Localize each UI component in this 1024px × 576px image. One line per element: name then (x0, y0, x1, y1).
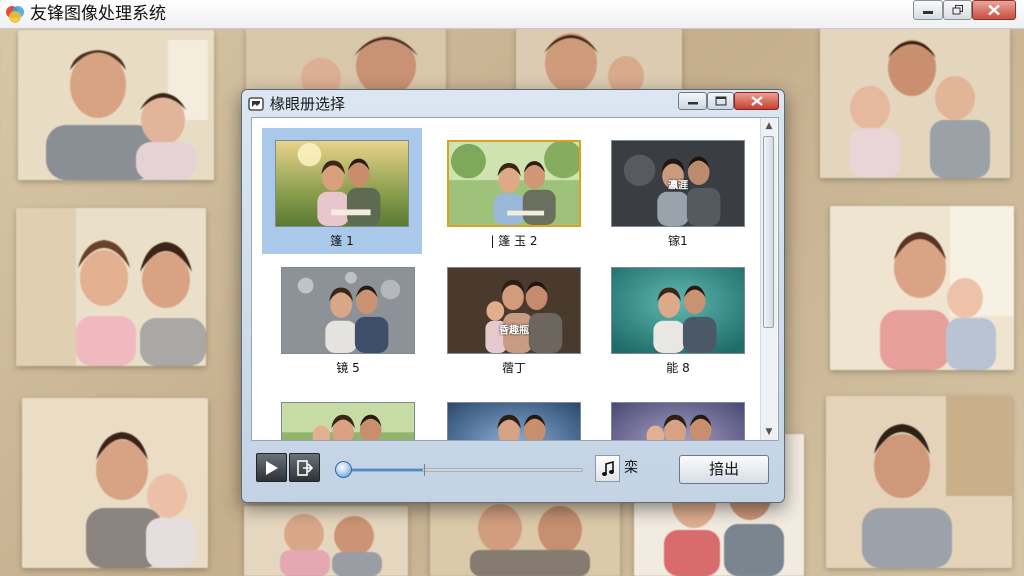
album-icon (248, 97, 264, 111)
app-logo-icon (6, 6, 24, 23)
thumbnail-overlay-label: 昏趣瓶 (499, 325, 529, 337)
wall-photo (830, 206, 1014, 370)
frame-export-button[interactable] (289, 453, 320, 482)
dialog-close-button[interactable] (734, 92, 779, 110)
vertical-scrollbar[interactable]: ▲ ▼ (760, 118, 777, 440)
music-note-icon (601, 460, 614, 476)
restore-icon (952, 5, 963, 15)
close-icon (750, 96, 763, 106)
app-title: 友锋图像处理系统 (30, 4, 166, 24)
thumbnail-caption: 能 8 (666, 361, 690, 375)
thumbnail-caption: | 篷 玉 2 (490, 234, 538, 248)
thumbnail-image: 瀛涯 (611, 140, 745, 227)
close-icon (988, 4, 1000, 16)
thumbnail-image: 昏趣瓶 (447, 267, 581, 354)
wall-photo (430, 498, 620, 576)
slider-tick-mark (424, 464, 425, 476)
minimize-button[interactable] (913, 0, 943, 20)
thumbnail-image (281, 267, 415, 354)
thumbnail-item[interactable] (598, 390, 758, 440)
main-titlebar[interactable]: 友锋图像处理系统 (0, 0, 1024, 29)
thumbnail-overlay-label: 瀛涯 (668, 180, 688, 191)
thumbnail-item[interactable] (434, 390, 594, 440)
progress-slider-knob[interactable] (335, 461, 352, 478)
thumbnail-grid[interactable]: 篷 1 | 篷 玉 2 瀛涯 镓1 镜 5 昏趣瓶 蓿丁 能 8 ▲ ▼ (251, 117, 779, 441)
play-button[interactable] (256, 453, 287, 482)
play-icon (265, 460, 278, 475)
thumbnail-item[interactable]: 瀛涯 镓1 (598, 128, 758, 254)
thumbnail-item[interactable]: 能 8 (598, 255, 758, 381)
music-label[interactable]: 栾 (624, 455, 638, 482)
dialog-maximize-button[interactable] (707, 92, 734, 110)
dialog-toolbar: 栾 揞出 (251, 446, 779, 492)
scrollbar-thumb[interactable] (763, 136, 774, 328)
wall-photo (244, 506, 408, 576)
wall-photo (246, 28, 446, 98)
scroll-down-icon[interactable]: ▼ (761, 424, 777, 440)
thumbnail-image (447, 140, 581, 227)
thumbnail-image (611, 402, 745, 440)
frame-export-icon (296, 459, 313, 476)
close-button[interactable] (972, 0, 1016, 20)
thumbnail-image (611, 267, 745, 354)
dialog-minimize-button[interactable] (678, 92, 707, 110)
music-button[interactable] (595, 455, 620, 482)
thumbnail-caption: 镓1 (668, 234, 688, 248)
thumbnail-item[interactable]: 镜 5 (268, 255, 428, 381)
thumbnail-image (281, 402, 415, 440)
wall-photo (516, 28, 682, 98)
dialog-title: 椽眼册选择 (270, 95, 346, 113)
album-select-dialog[interactable]: 椽眼册选择 篷 1 | 篷 玉 2 瀛涯 镓1 镜 5 昏趣瓶 蓿丁 能 8 ▲… (241, 89, 785, 503)
minimize-icon (687, 102, 698, 105)
export-button[interactable]: 揞出 (679, 455, 769, 484)
maximize-icon (715, 96, 726, 106)
wall-photo (820, 28, 1010, 178)
progress-slider-fill (348, 469, 423, 471)
thumbnail-caption: 篷 1 (330, 234, 354, 248)
wall-photo (826, 396, 1012, 568)
thumbnail-item[interactable]: | 篷 玉 2 (434, 128, 594, 254)
thumbnail-item[interactable] (268, 390, 428, 440)
minimize-icon (923, 11, 933, 14)
wall-photo (16, 208, 206, 366)
thumbnail-item[interactable]: 篷 1 (262, 128, 422, 254)
wall-photo (22, 398, 208, 568)
thumbnail-image (447, 402, 581, 440)
progress-slider-track[interactable] (347, 468, 583, 472)
restore-button[interactable] (943, 0, 972, 20)
thumbnail-image (275, 140, 409, 227)
thumbnail-caption: 蓿丁 (501, 361, 526, 375)
thumbnail-caption: 镜 5 (336, 361, 360, 375)
scroll-up-icon[interactable]: ▲ (761, 118, 777, 134)
wall-photo (18, 30, 214, 180)
thumbnail-item[interactable]: 昏趣瓶 蓿丁 (434, 255, 594, 381)
